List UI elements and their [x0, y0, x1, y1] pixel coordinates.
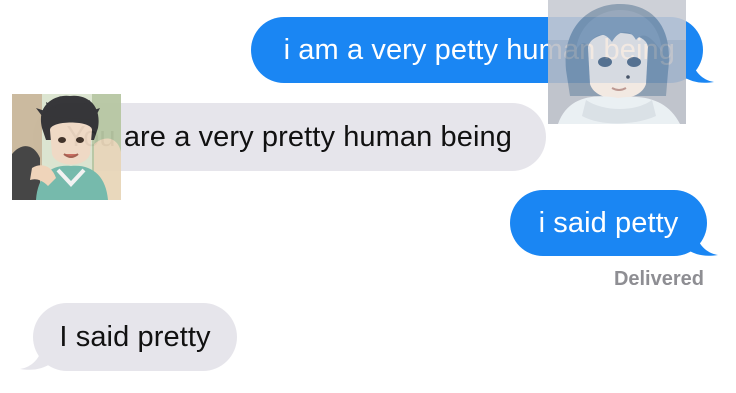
- message-text: I said pretty: [59, 320, 211, 353]
- bubble-tail-outgoing: [686, 229, 718, 256]
- bubble-tail-outgoing: [682, 56, 714, 83]
- message-bubble-incoming[interactable]: I said pretty: [33, 303, 237, 371]
- message-text: You are a very pretty human being: [66, 120, 512, 153]
- message-bubble-outgoing[interactable]: i said petty: [510, 190, 707, 256]
- anime-character-portrait-avatar: [548, 0, 686, 124]
- anime-character-group-avatar: [12, 94, 121, 200]
- message-text: i said petty: [538, 206, 679, 239]
- delivery-status: Delivered: [613, 268, 704, 290]
- bubble-tail-incoming: [20, 343, 52, 370]
